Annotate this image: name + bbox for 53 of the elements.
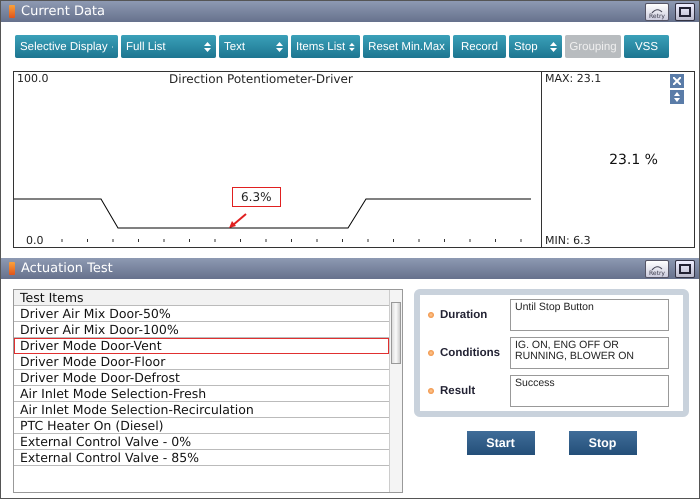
detail-value: Success [510,375,669,407]
bullet-icon [428,350,434,356]
toolbar-button[interactable]: Reset Min.Max [363,35,450,58]
test-item[interactable]: Driver Mode Door-Floor [14,354,389,370]
scrollbar[interactable] [389,290,402,492]
dropdown-button[interactable]: Text [219,35,288,58]
dropdown-button[interactable]: Selective Display [15,35,118,58]
updown-arrow-icon [674,92,680,102]
close-icon [673,77,681,85]
annotation-label: 6.3% [232,187,280,207]
test-item[interactable]: Driver Air Mix Door-50% [14,306,389,322]
window-icon [679,264,691,274]
panel-title: Actuation Test [21,261,114,276]
maximize-button[interactable] [675,260,695,278]
test-item[interactable]: External Control Valve - 0% [14,434,389,450]
lamp-icon [9,262,15,275]
detail-label: Result [440,385,476,397]
panel-title: Current Data [21,4,106,19]
test-item[interactable]: Air Inlet Mode Selection-Recirculation [14,402,389,418]
test-item[interactable]: PTC Heater On (Diesel) [14,418,389,434]
maximize-button[interactable] [675,2,695,20]
detail-label: Conditions [440,347,502,359]
action-button[interactable]: Stop [568,431,636,455]
refresh-icon [650,6,664,14]
axis-max-label: 100.0 [17,72,48,85]
refresh-icon [650,264,664,270]
detail-value: Until Stop Button [510,299,669,331]
min-reading: MIN: 6.3 [545,234,591,247]
resize-button[interactable] [670,90,684,104]
annotation-arrow [229,213,247,228]
dropdown-button[interactable]: Stop [509,35,562,58]
bullet-icon [428,312,434,318]
close-button[interactable] [670,74,684,88]
axis-min-label: 0.0 [26,234,44,247]
action-button[interactable]: Start [466,431,534,455]
test-item[interactable]: External Control Valve - 85% [14,450,389,466]
max-reading: MAX: 23.1 [545,72,602,85]
dropdown-button[interactable]: Full List [121,35,216,58]
dropdown-button[interactable]: Items List [291,35,360,58]
window-icon [679,6,691,16]
bullet-icon [428,388,434,394]
lamp-icon [9,5,15,18]
chart-title: Direction Potentiometer-Driver [169,72,353,86]
detail-value: IG. ON, ENG OFF OR RUNNING, BLOWER ON [510,337,669,369]
detail-label: Duration [440,309,488,321]
current-value: 23.1 % [609,152,658,168]
test-item[interactable]: Driver Mode Door-Defrost [14,370,389,386]
test-item[interactable]: Driver Mode Door-Vent [14,338,389,354]
toolbar-button[interactable]: VSS [624,35,669,58]
test-item[interactable]: Driver Air Mix Door-100% [14,322,389,338]
test-item[interactable]: Air Inlet Mode Selection-Fresh [14,386,389,402]
list-header: Test Items [14,290,389,306]
toolbar-button[interactable]: Record [453,35,506,58]
